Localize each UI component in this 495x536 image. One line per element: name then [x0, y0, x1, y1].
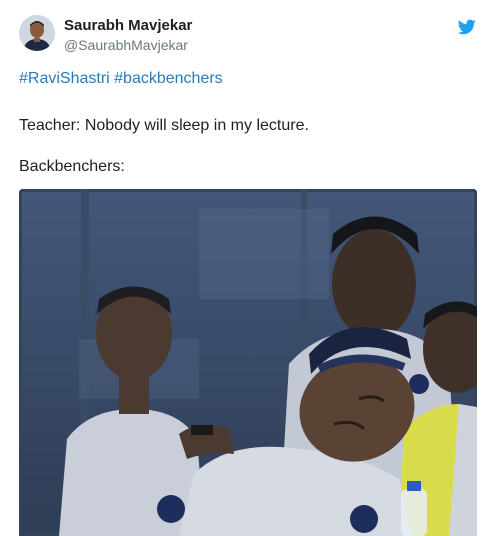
tweet-text-line2: Backbenchers:: [19, 158, 125, 175]
twitter-bird-icon[interactable]: [457, 19, 476, 35]
author-handle[interactable]: @SaurabhMavjekar: [64, 37, 188, 53]
author-name[interactable]: Saurabh Mavjekar: [64, 17, 192, 34]
hashtag-backbenchers[interactable]: #backbenchers: [114, 70, 223, 87]
tweet-card: Saurabh Mavjekar @SaurabhMavjekar #RaviS…: [0, 0, 495, 536]
avatar[interactable]: [19, 15, 55, 51]
hashtag-ravishastri[interactable]: #RaviShastri: [19, 70, 110, 87]
hashtags-line: #RaviShastri #backbenchers: [19, 70, 223, 88]
tweet-photo[interactable]: [19, 189, 477, 536]
tweet-text-line1: Teacher: Nobody will sleep in my lecture…: [19, 117, 309, 134]
